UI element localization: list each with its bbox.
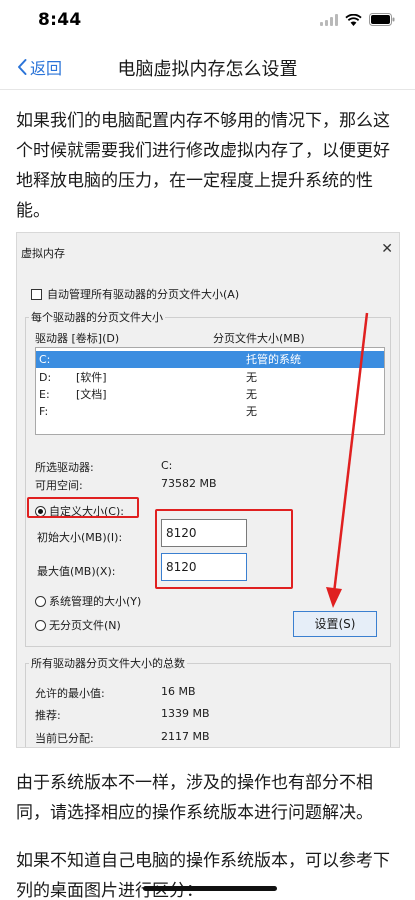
red-arrow-annotation xyxy=(326,312,369,608)
article-intro: 如果我们的电脑配置内存不够用的情况下，那么这个时候就需要我们进行修改虚拟内存了，… xyxy=(16,111,390,221)
virtual-memory-screenshot: 虚拟内存 ✕ 自动管理所有驱动器的分页文件大小(A) 每个驱动器的分页文件大小 … xyxy=(16,232,400,748)
home-indicator[interactable] xyxy=(143,886,277,891)
wifi-icon xyxy=(345,13,362,26)
battery-icon xyxy=(369,13,395,26)
signal-icon xyxy=(320,13,338,26)
status-time: 8:44 xyxy=(38,10,82,30)
status-bar: 8:44 xyxy=(0,0,415,44)
article-paragraph: 由于系统版本不一样，涉及的操作也有部分不相同，请选择相应的操作系统版本进行问题解… xyxy=(16,773,373,823)
navigation-bar: 返回 电脑虚拟内存怎么设置 xyxy=(0,44,415,90)
status-icons xyxy=(320,13,395,26)
page-title: 电脑虚拟内存怎么设置 xyxy=(117,59,298,80)
article-paragraph: 如果不知道自己电脑的操作系统版本，可以参考下列的桌面图片进行区分： xyxy=(16,851,390,900)
